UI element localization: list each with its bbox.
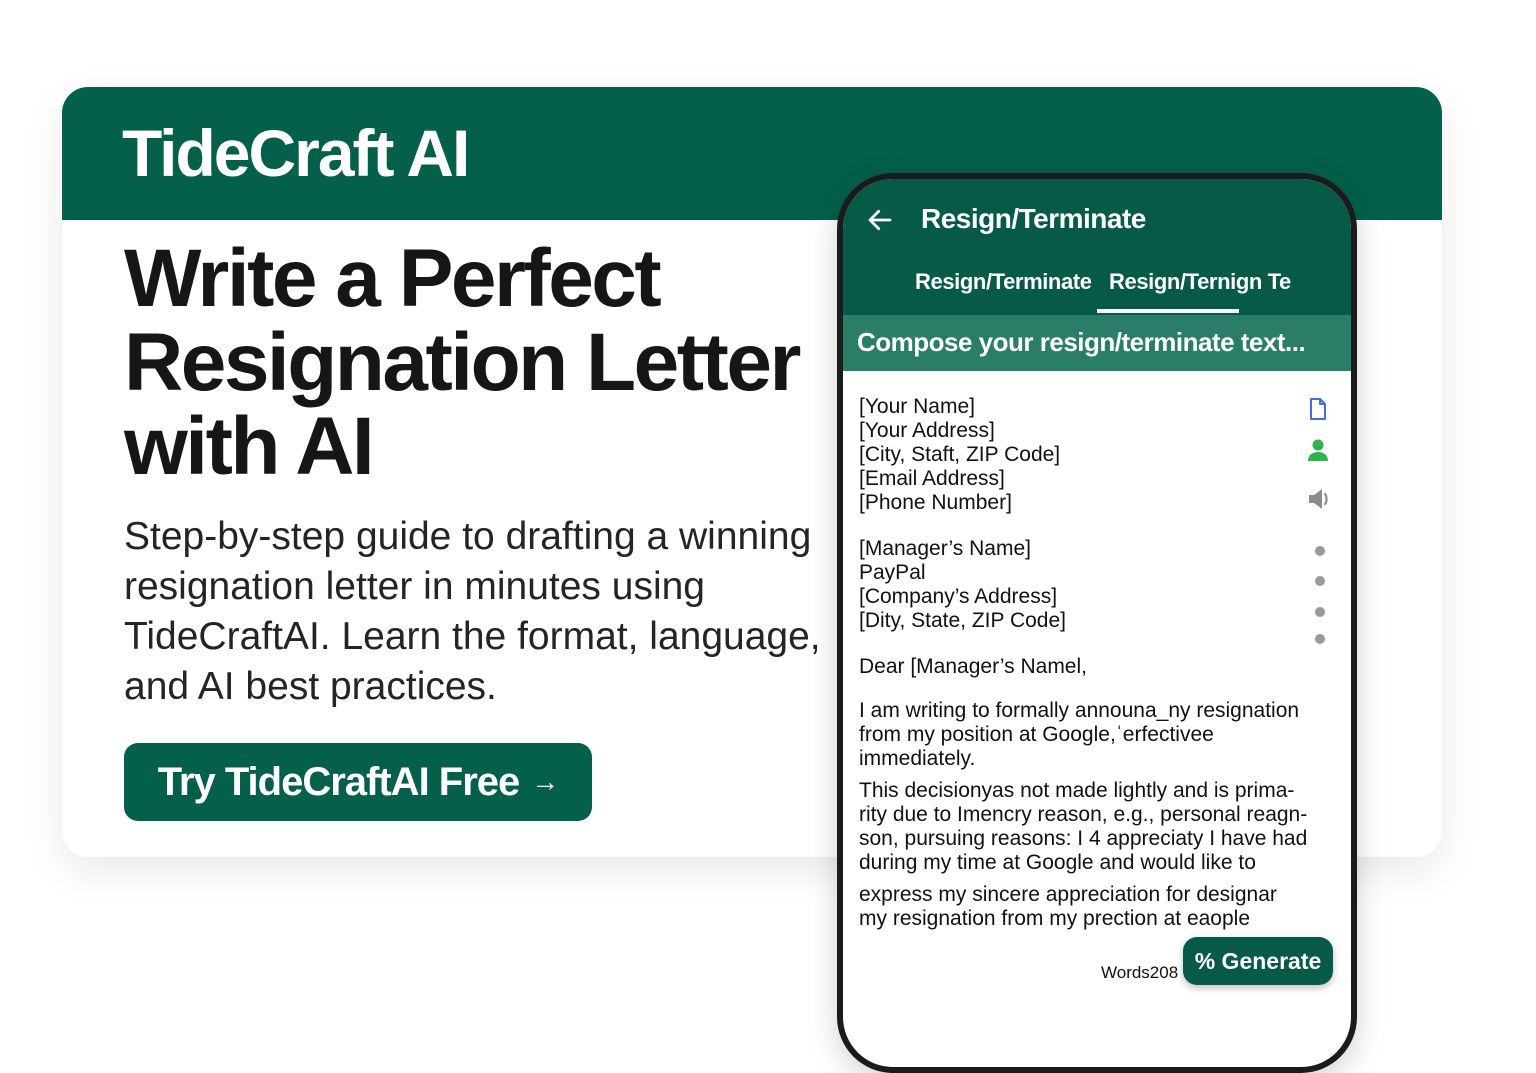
sender-line: [City, Staft, ZIP Code] [859, 443, 1061, 466]
tab-resign-ternign[interactable]: Resign/Ternign Te [1109, 269, 1291, 295]
paragraph-line: during my time at Google and would like … [859, 851, 1256, 874]
sender-line: [Phone Number] [859, 491, 1012, 514]
letter-body[interactable]: [Your Name] [Your Address] [City, Staft,… [859, 395, 1321, 931]
person-icon[interactable] [1305, 437, 1331, 463]
paragraph-line: This decisionyas not made lightly and is… [859, 779, 1295, 802]
compose-placeholder: Compose your resign/terminate text... [857, 327, 1306, 357]
phone-screen: Resign/Terminate Resign/Terminate Resign… [843, 179, 1351, 1067]
active-tab-indicator [1097, 309, 1239, 313]
paragraph-line: from my position at Google,ˈerfectivee [859, 723, 1214, 746]
hero-title-line: Write a Perfect [124, 233, 662, 324]
paragraph-line: rity due to Imencry reason, e.g., person… [859, 803, 1308, 826]
recipient-line: [Manager’s Name] [859, 537, 1031, 560]
paragraph-line: my resignation from my prection at eaopl… [859, 907, 1251, 930]
paragraph-line: I am writing to formally announa_ny resi… [859, 699, 1300, 722]
arrow-right-icon: → [531, 766, 559, 797]
paragraph-line: son, pursuing reasons: I 4 appreciaty I … [859, 827, 1308, 850]
document-icon[interactable] [1307, 397, 1329, 421]
greeting-line: Dear [Manager’s Namel, [859, 655, 1087, 678]
option-dot[interactable] [1315, 634, 1325, 644]
option-dot[interactable] [1315, 546, 1325, 556]
word-count: Words208 [1101, 963, 1179, 982]
sender-line: [Email Address] [859, 467, 1005, 490]
paragraph-line: express my sincere appreciation for desi… [859, 883, 1277, 906]
brand-logo-text: TideCraft AI [122, 116, 470, 190]
tab-resign-terminate[interactable]: Resign/Terminate [915, 269, 1092, 295]
recipient-line: PayPal [859, 561, 926, 584]
option-dot[interactable] [1315, 607, 1325, 617]
app-bar: Resign/Terminate Resign/Terminate Resign… [843, 179, 1351, 315]
hero-title: Write a Perfect Resignation Letter with … [124, 237, 864, 489]
hero-title-line: Resignation Letter [124, 317, 801, 408]
app-title: Resign/Terminate [921, 203, 1146, 234]
paragraph-line: immediately. [859, 747, 976, 770]
sender-line: [Your Name] [859, 395, 975, 418]
recipient-line: [Company’s Address] [859, 585, 1058, 608]
speaker-icon[interactable] [1305, 485, 1333, 513]
back-arrow-icon[interactable] [865, 205, 895, 235]
generate-button[interactable]: % Generate [1183, 937, 1333, 985]
option-dot[interactable] [1315, 576, 1325, 586]
recipient-line: [Dity, State, ZIP Code] [859, 609, 1066, 632]
try-free-button[interactable]: Try TideCraftAI Free → [124, 743, 592, 821]
hero-title-line: with AI [124, 401, 375, 492]
try-free-button-label: Try TideCraftAI Free [157, 759, 521, 804]
phone-mockup: Resign/Terminate Resign/Terminate Resign… [837, 173, 1357, 1073]
sender-line: [Your Address] [859, 419, 995, 442]
hero-subtitle: Step-by-step guide to drafting a winning… [124, 515, 821, 708]
